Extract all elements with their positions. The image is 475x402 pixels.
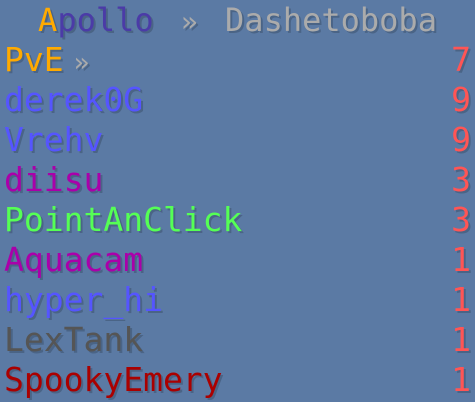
title-separator: » xyxy=(180,5,198,38)
scoreboard-row: Aquacam 1 xyxy=(0,240,475,280)
title-first-letter: A xyxy=(38,1,58,39)
player-score: 9 xyxy=(451,80,471,119)
player-name: derek0G xyxy=(4,80,144,119)
scoreboard-row: hyper_hi 1 xyxy=(0,280,475,320)
scoreboard-row: diisu 3 xyxy=(0,160,475,200)
player-name: diisu xyxy=(4,160,104,199)
player-score: 1 xyxy=(451,240,471,279)
player-score: 7 xyxy=(451,40,471,79)
player-score: 9 xyxy=(451,120,471,159)
scoreboard-row: PvE» 7 xyxy=(0,40,475,80)
arrow-icon: » xyxy=(73,48,90,78)
player-name: hyper_hi xyxy=(4,280,163,319)
player-name: Vrehv xyxy=(4,120,104,159)
title-rest: pollo xyxy=(57,1,154,39)
player-score: 1 xyxy=(451,360,471,399)
scoreboard-row: SpookyEmery 1 xyxy=(0,360,475,400)
scoreboard-title: Apollo » Dashetoboba xyxy=(0,0,475,40)
scoreboard-row: PointAnClick 3 xyxy=(0,200,475,240)
scoreboard-row: derek0G 9 xyxy=(0,80,475,120)
scoreboard: Apollo » Dashetoboba PvE» 7 derek0G 9 Vr… xyxy=(0,0,475,402)
player-name: PointAnClick xyxy=(4,200,243,239)
server-name: Dashetoboba xyxy=(225,1,437,39)
player-score: 1 xyxy=(451,320,471,359)
player-score: 3 xyxy=(451,160,471,199)
player-score: 1 xyxy=(451,280,471,319)
player-score: 3 xyxy=(451,200,471,239)
player-name: SpookyEmery xyxy=(4,360,223,399)
scoreboard-row: LexTank 1 xyxy=(0,320,475,360)
player-name: LexTank xyxy=(4,320,144,359)
player-name: Aquacam xyxy=(4,240,144,279)
scoreboard-row: Vrehv 9 xyxy=(0,120,475,160)
player-name: PvE» xyxy=(4,40,90,79)
